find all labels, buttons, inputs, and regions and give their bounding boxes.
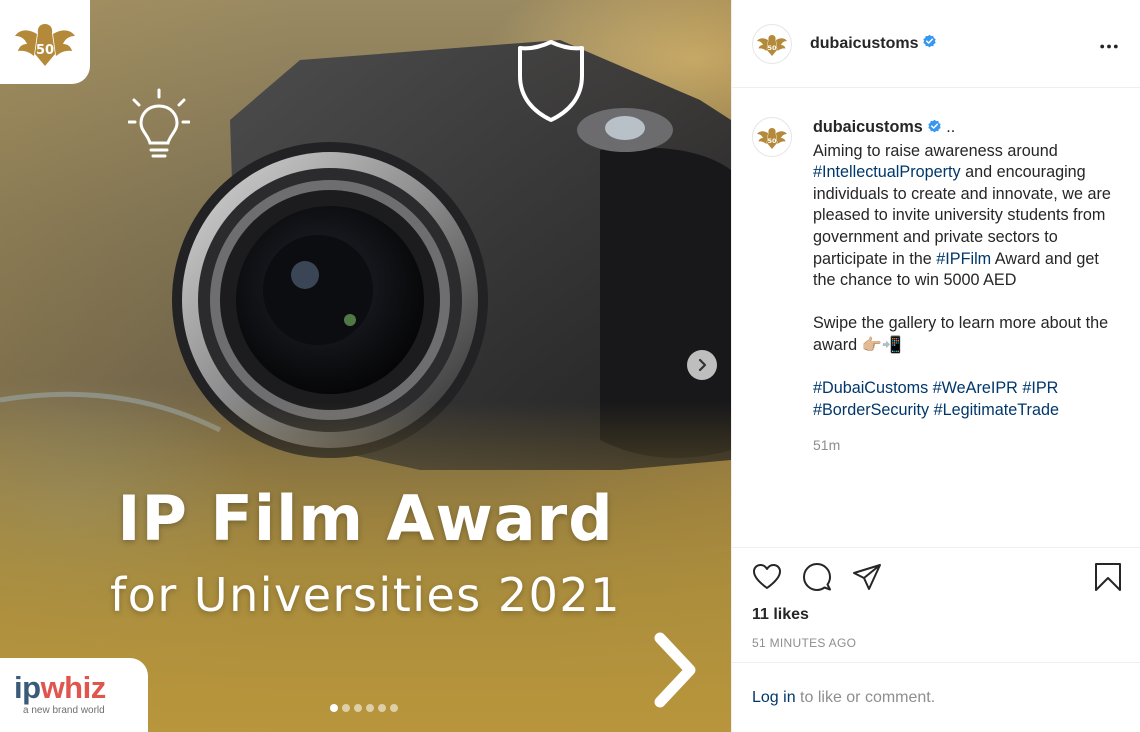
more-options-button[interactable] (1100, 36, 1118, 54)
hashtag-link[interactable]: #IPR (1022, 379, 1058, 397)
caption-first-line: dubaicustoms .. (813, 117, 1122, 141)
header-username[interactable]: dubaicustoms (810, 35, 918, 53)
like-count[interactable]: 11 likes (752, 606, 809, 624)
hashtag-link[interactable]: #DubaiCustoms (813, 379, 928, 397)
caption: 50 dubaicustoms .. Aiming to raise aware… (752, 117, 1122, 457)
post-details-panel: 50 dubaicustoms 50 dubaicustoms .. Aimin… (731, 0, 1140, 732)
post-header: 50 dubaicustoms (732, 0, 1140, 88)
avatar[interactable]: 50 (752, 23, 792, 64)
login-link[interactable]: Log in (752, 689, 796, 706)
hashtag-link[interactable]: #IntellectualProperty (813, 163, 961, 181)
carousel-dot (390, 704, 398, 712)
post-timestamp[interactable]: 51 MINUTES AGO (752, 636, 856, 650)
caption-ellipsis: .. (941, 118, 956, 136)
lightbulb-icon (128, 88, 190, 158)
carousel-dot (354, 704, 362, 712)
sponsor-logo-wordmark: ipwhiz (14, 672, 148, 704)
login-prompt-text: to like or comment. (795, 689, 936, 706)
svg-text:50: 50 (767, 137, 777, 145)
shield-icon (518, 40, 584, 122)
more-options-icon (1100, 44, 1118, 49)
verified-badge-icon (927, 119, 942, 141)
share-icon[interactable] (852, 562, 882, 597)
svg-text:50: 50 (36, 43, 54, 58)
post-media[interactable]: 50 IP Film Award for Universities 2021 i… (0, 0, 731, 732)
falcon-50-emblem-icon: 50 (757, 128, 787, 149)
hashtag-link[interactable]: #WeAreIPR (933, 379, 1018, 397)
caption-timestamp[interactable]: 51m (813, 435, 1122, 457)
carousel-dot (342, 704, 350, 712)
carousel-dot (378, 704, 386, 712)
post-actions: 11 likes 51 MINUTES AGO (732, 547, 1140, 662)
hashtag-link[interactable]: #BorderSecurity (813, 401, 929, 419)
sponsor-logo-part1: ip (14, 670, 41, 705)
media-subheadline: for Universities 2021 (110, 568, 621, 622)
caption-avatar[interactable]: 50 (752, 117, 792, 157)
carousel-dot (366, 704, 374, 712)
caption-swipe-text: Swipe the gallery to learn more about th… (813, 314, 1109, 354)
hashtag-link[interactable]: #LegitimateTrade (934, 401, 1059, 419)
chevron-right-icon (654, 632, 696, 708)
login-prompt: Log in to like or comment. (732, 662, 1140, 732)
carousel-indicator (330, 704, 398, 712)
bookmark-icon[interactable] (1094, 562, 1122, 597)
sponsor-tagline: a new brand world (23, 705, 105, 716)
action-icon-row (752, 562, 882, 597)
media-headline: IP Film Award (117, 482, 614, 555)
verified-badge-icon (922, 34, 937, 54)
falcon-50-emblem-icon: 50 (15, 24, 75, 66)
carousel-next-button[interactable] (687, 350, 717, 380)
carousel-dot (330, 704, 338, 712)
sponsor-logo-part2: whiz (40, 670, 107, 705)
sponsor-logo: ipwhiz a new brand world (0, 658, 148, 732)
caption-username[interactable]: dubaicustoms (813, 118, 923, 136)
hashtag-link[interactable]: #IPFilm (936, 250, 991, 268)
caption-hashtags: #DubaiCustoms #WeAreIPR #IPR #BorderSecu… (813, 378, 1122, 421)
comment-icon[interactable] (802, 562, 832, 597)
falcon-50-emblem-icon: 50 (757, 34, 787, 56)
caption-body: dubaicustoms .. Aiming to raise awarenes… (813, 117, 1122, 457)
carousel-next-icon (698, 358, 707, 372)
caption-segment: Aiming to raise awareness around (813, 141, 1058, 160)
caption-text: Aiming to raise awareness around #Intell… (813, 141, 1122, 292)
svg-text:50: 50 (767, 44, 777, 52)
brand-logo-box: 50 (0, 0, 90, 84)
heart-icon[interactable] (752, 562, 782, 597)
